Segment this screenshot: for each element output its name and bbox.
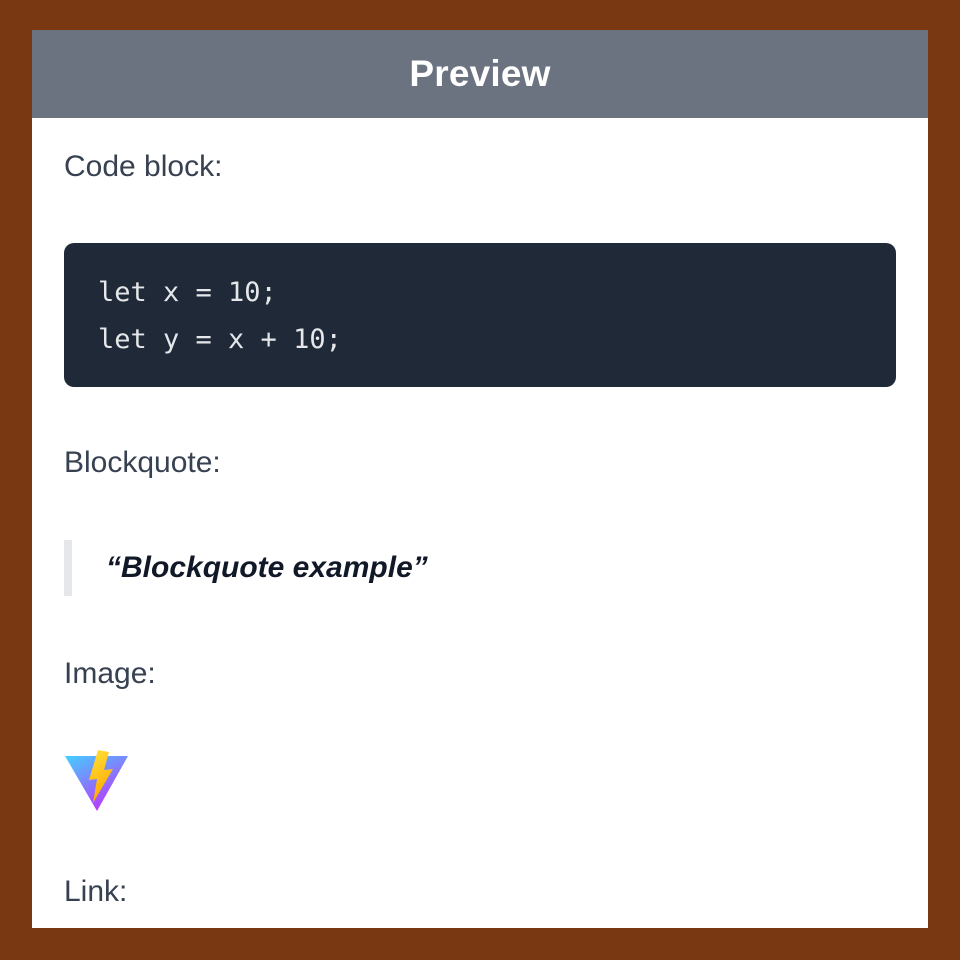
blockquote-label: Blockquote: [64,446,221,479]
code-line: let y = x + 10; [98,324,342,355]
code-line: let x = 10; [98,277,277,308]
blockquote-text: “Blockquote example” [106,551,428,584]
vite-logo-icon [64,748,130,814]
preview-panel: Preview Code block: let x = 10; let y = … [32,30,928,928]
preview-header: Preview [32,30,928,118]
vite-logo-svg [65,750,128,811]
image-label: Image: [64,657,156,690]
code-block: let x = 10; let y = x + 10; [64,243,896,387]
code-block-label: Code block: [64,150,223,183]
preview-content: Code block: let x = 10; let y = x + 10; … [32,118,928,910]
blockquote: “Blockquote example” [64,540,896,596]
page-title: Preview [409,53,551,94]
link-label: Link: [64,875,128,908]
